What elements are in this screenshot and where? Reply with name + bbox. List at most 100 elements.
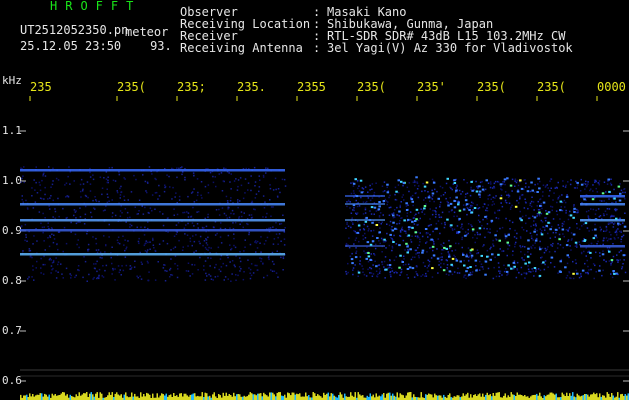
power-bar [329,396,331,400]
noise-dot [613,188,615,191]
echo-speck [369,243,373,246]
noise-dot [557,224,560,226]
noise-dot [567,240,569,242]
noise-dot [429,200,431,202]
noise-dot [421,235,424,238]
noise-dot [125,264,128,267]
noise-dot [75,222,78,225]
power-bar [323,392,325,400]
power-bar [131,392,133,400]
noise-dot [390,206,392,209]
noise-dot [479,196,481,198]
noise-dot [576,227,578,229]
noise-dot [453,211,456,214]
echo-speck [360,191,364,194]
power-bar [549,392,551,400]
noise-dot [203,269,205,271]
noise-dot [232,222,234,224]
noise-dot [347,271,349,274]
noise-dot [175,192,177,194]
noise-dot [414,181,416,183]
noise-dot [393,259,396,261]
noise-dot [256,247,259,249]
noise-dot [539,269,542,271]
noise-dot [192,172,195,174]
noise-dot [577,209,579,212]
noise-dot [84,213,87,216]
noise-dot [249,277,252,280]
noise-dot [172,186,174,189]
power-bar [273,394,275,400]
noise-dot [472,202,474,205]
noise-dot [92,174,94,176]
noise-dot [532,244,534,247]
noise-dot [551,209,553,212]
noise-dot [509,266,511,268]
noise-dot [530,253,532,255]
noise-dot [346,201,348,203]
noise-dot [166,174,168,176]
noise-dot [265,172,267,174]
noise-dot [374,254,376,256]
noise-dot [345,273,348,275]
power-bar [137,396,139,400]
power-bar [81,394,83,400]
echo-speck [446,218,449,221]
noise-dot [240,184,243,187]
noise-dot [507,248,509,250]
noise-dot [201,226,204,229]
noise-dot [413,179,416,182]
noise-dot [514,185,516,187]
power-bar [537,395,539,400]
noise-dot [248,231,250,234]
noise-dot [259,242,261,244]
power-bar [383,393,385,400]
noise-dot [507,273,509,275]
noise-dot [34,189,36,191]
noise-dot [536,212,539,215]
noise-dot [214,234,217,236]
noise-dot [581,240,584,242]
carrier-line [20,169,285,172]
noise-dot [481,224,483,227]
noise-dot [456,232,458,234]
echo-speck [415,208,419,211]
noise-dot [124,239,126,241]
echo-speck [407,234,411,237]
observer-labels: Observer Receiving Location Receiver Receiv… [180,6,310,54]
noise-dot [497,209,499,212]
noise-dot [187,262,190,264]
noise-dot [93,263,95,265]
noise-dot [389,194,391,197]
time-tick: 235( [537,80,566,94]
noise-dot [101,257,103,259]
noise-dot [603,259,605,261]
noise-dot [199,256,201,259]
noise-dot [43,240,45,242]
power-bar [161,393,163,400]
noise-dot [93,276,95,279]
noise-dot [73,209,76,211]
noise-dot [565,184,567,187]
power-bar [29,393,31,400]
noise-dot [492,243,494,245]
noise-dot [611,276,614,279]
noise-dot [396,214,398,216]
noise-dot [364,237,367,239]
power-bar [561,392,563,400]
noise-dot [389,274,392,276]
noise-dot [522,259,524,261]
noise-dot [516,261,519,264]
echo-speck [392,241,395,243]
noise-dot [207,257,209,259]
noise-dot [402,264,405,266]
noise-dot [20,181,22,183]
noise-dot [594,181,596,183]
power-bar [581,395,583,400]
power-bar [287,392,289,400]
noise-dot [38,211,41,213]
power-bar [164,395,166,400]
noise-dot [546,184,548,186]
noise-dot [467,232,469,235]
noise-dot [419,232,421,234]
